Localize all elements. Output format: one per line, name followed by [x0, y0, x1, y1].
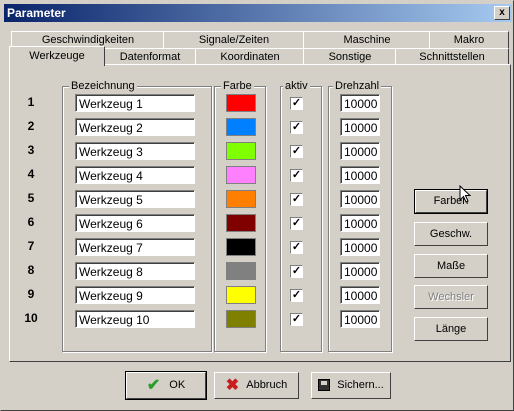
close-button[interactable]: x	[494, 6, 510, 20]
floppy-disk-icon	[318, 379, 331, 392]
checkmark-icon: ✔	[146, 377, 161, 394]
tool-color-swatch[interactable]	[226, 118, 256, 136]
speed-input[interactable]: 10000	[340, 118, 380, 136]
tab-koordinaten[interactable]: Koordinaten	[195, 48, 305, 65]
tool-name-input[interactable]: Werkzeug 2	[75, 118, 195, 136]
speed-input[interactable]: 10000	[340, 190, 380, 208]
tab-maschine[interactable]: Maschine	[303, 31, 431, 48]
farbe-label: Farbe	[221, 80, 254, 92]
active-checkbox[interactable]: ✓	[290, 289, 303, 302]
active-checkbox[interactable]: ✓	[290, 313, 303, 326]
row-number: 2	[27, 119, 35, 133]
tool-color-swatch[interactable]	[226, 94, 256, 112]
active-checkbox[interactable]: ✓	[290, 217, 303, 230]
tool-name-input[interactable]: Werkzeug 10	[75, 310, 195, 328]
speed-button[interactable]: Geschw.	[414, 222, 488, 246]
active-checkbox[interactable]: ✓	[290, 121, 303, 134]
cancel-label: Abbruch	[246, 379, 288, 392]
tool-name-input[interactable]: Werkzeug 8	[75, 262, 195, 280]
drehzahl-label: Drehzahl	[333, 80, 382, 92]
row-number: 10	[24, 311, 38, 325]
tool-color-swatch[interactable]	[226, 286, 256, 304]
tool-name-input[interactable]: Werkzeug 7	[75, 238, 195, 256]
row-number: 3	[27, 143, 35, 157]
save-button[interactable]: Sichern...	[311, 372, 391, 399]
row-number: 4	[27, 167, 35, 181]
row-number: 7	[27, 239, 35, 253]
tool-color-swatch[interactable]	[226, 238, 256, 256]
row-number: 6	[27, 215, 35, 229]
tab-signale-zeiten[interactable]: Signale/Zeiten	[163, 31, 305, 48]
x-icon: ✖	[225, 377, 240, 394]
tab-schnittstellen[interactable]: Schnittstellen	[395, 48, 509, 65]
tool-color-swatch[interactable]	[226, 166, 256, 184]
tab-sonstige[interactable]: Sonstige	[303, 48, 397, 65]
parameter-dialog: Parameter x Geschwindigkeiten Signale/Ze…	[0, 0, 514, 411]
tool-name-input[interactable]: Werkzeug 1	[75, 94, 195, 112]
active-checkbox[interactable]: ✓	[290, 193, 303, 206]
ok-label: OK	[169, 379, 186, 392]
mouse-cursor-icon	[459, 185, 472, 203]
speed-input[interactable]: 10000	[340, 262, 380, 280]
row-number: 8	[27, 263, 35, 277]
tab-makro[interactable]: Makro	[429, 31, 509, 48]
speed-input[interactable]: 10000	[340, 166, 380, 184]
colors-button[interactable]: Farben	[414, 189, 488, 214]
active-checkbox[interactable]: ✓	[290, 265, 303, 278]
tool-color-swatch[interactable]	[226, 214, 256, 232]
speed-input[interactable]: 10000	[340, 214, 380, 232]
tool-name-input[interactable]: Werkzeug 3	[75, 142, 195, 160]
tab-werkzeuge[interactable]: Werkzeuge	[9, 46, 105, 66]
tool-name-input[interactable]: Werkzeug 9	[75, 286, 195, 304]
speed-input[interactable]: 10000	[340, 238, 380, 256]
length-button[interactable]: Länge	[414, 317, 488, 341]
speed-input[interactable]: 10000	[340, 142, 380, 160]
title-bar[interactable]: Parameter x	[4, 4, 512, 22]
cancel-button[interactable]: ✖ Abbruch	[214, 372, 299, 399]
active-checkbox[interactable]: ✓	[290, 145, 303, 158]
save-label: Sichern...	[337, 379, 384, 391]
speed-input[interactable]: 10000	[340, 286, 380, 304]
werkzeuge-panel: Bezeichnung Farbe aktiv Drehzahl 1 Werkz…	[9, 64, 511, 362]
window-title: Parameter	[7, 6, 66, 20]
tool-name-input[interactable]: Werkzeug 6	[75, 214, 195, 232]
row-number: 1	[27, 95, 35, 109]
size-button[interactable]: Maße	[414, 254, 488, 278]
tool-name-input[interactable]: Werkzeug 5	[75, 190, 195, 208]
row-number: 9	[27, 287, 35, 301]
speed-input[interactable]: 10000	[340, 94, 380, 112]
bezeichnung-label: Bezeichnung	[69, 80, 137, 92]
changer-button[interactable]: Wechsler	[414, 285, 488, 309]
active-checkbox[interactable]: ✓	[290, 241, 303, 254]
tool-color-swatch[interactable]	[226, 142, 256, 160]
active-checkbox[interactable]: ✓	[290, 169, 303, 182]
tool-color-swatch[interactable]	[226, 190, 256, 208]
tool-color-swatch[interactable]	[226, 262, 256, 280]
ok-button[interactable]: ✔ OK	[125, 371, 207, 400]
tool-name-input[interactable]: Werkzeug 4	[75, 166, 195, 184]
row-number: 5	[27, 191, 35, 205]
active-checkbox[interactable]: ✓	[290, 97, 303, 110]
tool-color-swatch[interactable]	[226, 310, 256, 328]
speed-input[interactable]: 10000	[340, 310, 380, 328]
aktiv-label: aktiv	[283, 80, 310, 92]
tab-datenformat[interactable]: Datenformat	[103, 48, 197, 65]
